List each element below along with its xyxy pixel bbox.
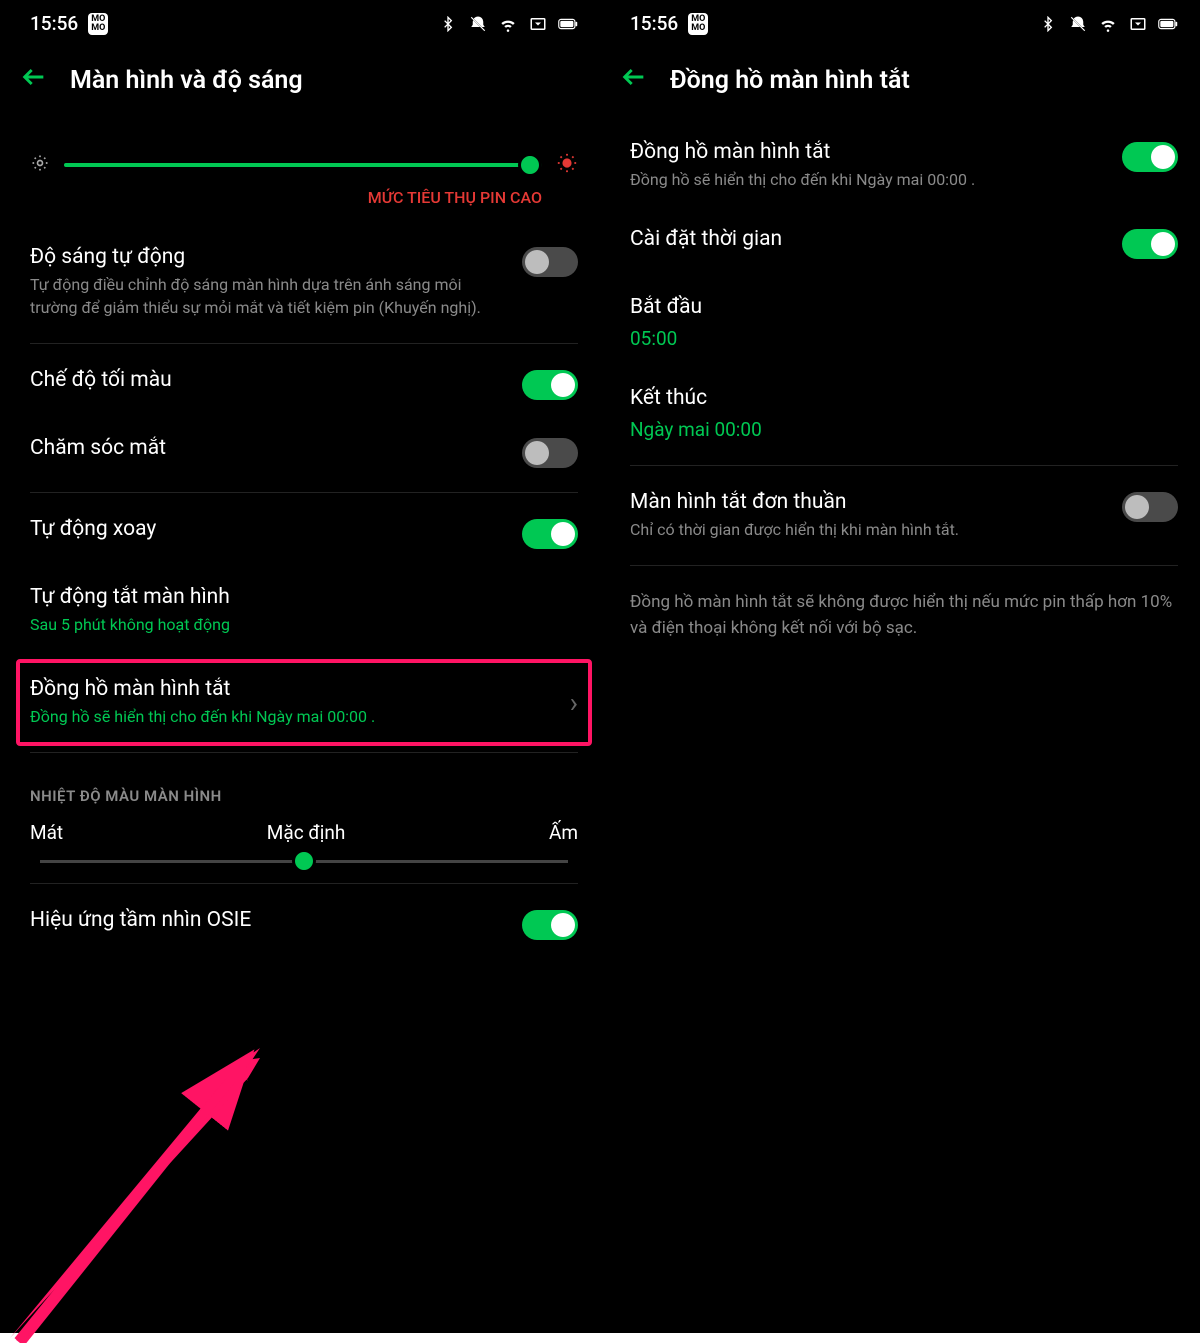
row-title: Tự động tắt màn hình bbox=[30, 585, 578, 609]
screen-display-settings: 15:56 MOMO Màn hình và độ sáng bbox=[0, 0, 600, 1333]
row-sub: Tự động điều chỉnh độ sáng màn hình dựa … bbox=[30, 273, 506, 319]
cast-icon bbox=[1128, 14, 1148, 34]
screen-aod-settings: 15:56 MOMO Đồng hồ màn hình tắt bbox=[600, 0, 1200, 1333]
start-label: Bắt đầu bbox=[630, 295, 702, 319]
status-time: 15:56 bbox=[630, 12, 678, 35]
row-sub: Đồng hồ sẽ hiển thị cho đến khi Ngày mai… bbox=[630, 168, 1106, 191]
osie-row[interactable]: Hiệu ứng tầm nhìn OSIE bbox=[30, 890, 578, 958]
aod-battery-note: Đồng hồ màn hình tắt sẽ không được hiển … bbox=[630, 572, 1178, 659]
auto-rotate-row[interactable]: Tự động xoay bbox=[30, 499, 578, 567]
row-title: Đồng hồ màn hình tắt bbox=[630, 140, 1106, 164]
auto-screen-off-row[interactable]: Tự động tắt màn hình Sau 5 phút không ho… bbox=[30, 567, 578, 654]
back-button[interactable] bbox=[620, 63, 648, 98]
time-setting-toggle[interactable] bbox=[1122, 229, 1178, 259]
auto-brightness-row[interactable]: Độ sáng tự động Tự động điều chỉnh độ sá… bbox=[30, 227, 578, 337]
app-badge-icon: MOMO bbox=[88, 13, 108, 35]
bluetooth-icon bbox=[1038, 14, 1058, 34]
status-bar: 15:56 MOMO bbox=[600, 0, 1200, 45]
row-sub: Đồng hồ sẽ hiển thị cho đến khi Ngày mai… bbox=[30, 705, 554, 728]
brightness-slider[interactable] bbox=[64, 163, 542, 167]
color-temp-header: NHIỆT ĐỘ MÀU MÀN HÌNH bbox=[30, 759, 578, 815]
end-value: Ngày mai 00:00 bbox=[630, 418, 762, 441]
header: Đồng hồ màn hình tắt bbox=[600, 45, 1200, 122]
brightness-slider-row bbox=[30, 122, 578, 184]
status-time: 15:56 bbox=[30, 12, 78, 35]
mute-icon bbox=[468, 14, 488, 34]
chevron-right-icon: › bbox=[570, 686, 578, 719]
wifi-icon bbox=[1098, 14, 1118, 34]
eye-care-toggle[interactable] bbox=[522, 438, 578, 468]
battery-icon bbox=[1158, 14, 1178, 34]
always-on-clock-row[interactable]: Đồng hồ màn hình tắt Đồng hồ sẽ hiển thị… bbox=[30, 677, 578, 728]
auto-brightness-toggle[interactable] bbox=[522, 247, 578, 277]
mute-icon bbox=[1068, 14, 1088, 34]
back-button[interactable] bbox=[20, 63, 48, 98]
divider bbox=[630, 565, 1178, 566]
end-label: Kết thúc bbox=[630, 386, 707, 410]
time-setting-row[interactable]: Cài đặt thời gian bbox=[630, 209, 1178, 277]
aod-enable-row[interactable]: Đồng hồ màn hình tắt Đồng hồ sẽ hiển thị… bbox=[630, 122, 1178, 209]
color-temp-slider[interactable] bbox=[40, 860, 568, 863]
start-value: 05:00 bbox=[630, 327, 677, 350]
row-title: Hiệu ứng tầm nhìn OSIE bbox=[30, 908, 251, 932]
divider bbox=[30, 343, 578, 344]
osie-toggle[interactable] bbox=[522, 910, 578, 940]
divider bbox=[30, 752, 578, 753]
cast-icon bbox=[528, 14, 548, 34]
temp-default-label: Mặc định bbox=[267, 821, 346, 844]
eye-care-row[interactable]: Chăm sóc mắt bbox=[30, 418, 578, 486]
bluetooth-icon bbox=[438, 14, 458, 34]
brightness-high-icon bbox=[556, 152, 578, 178]
temp-cool-label: Mát bbox=[30, 821, 63, 844]
row-title: Chăm sóc mắt bbox=[30, 436, 166, 460]
row-title: Màn hình tắt đơn thuần bbox=[630, 490, 1106, 514]
auto-rotate-toggle[interactable] bbox=[522, 519, 578, 549]
brightness-warning: MỨC TIÊU THỤ PIN CAO bbox=[30, 184, 578, 227]
divider bbox=[630, 465, 1178, 466]
dark-mode-toggle[interactable] bbox=[522, 370, 578, 400]
aod-enable-toggle[interactable] bbox=[1122, 142, 1178, 172]
status-bar: 15:56 MOMO bbox=[0, 0, 600, 45]
brightness-low-icon bbox=[30, 153, 50, 177]
wifi-icon bbox=[498, 14, 518, 34]
always-on-clock-row-highlight: Đồng hồ màn hình tắt Đồng hồ sẽ hiển thị… bbox=[16, 659, 592, 746]
dark-mode-row[interactable]: Chế độ tối màu bbox=[30, 350, 578, 418]
temp-warm-label: Ấm bbox=[549, 821, 578, 844]
page-title: Đồng hồ màn hình tắt bbox=[670, 66, 910, 95]
header: Màn hình và độ sáng bbox=[0, 45, 600, 122]
battery-icon bbox=[558, 14, 578, 34]
divider bbox=[30, 492, 578, 493]
simple-aod-row[interactable]: Màn hình tắt đơn thuần Chỉ có thời gian … bbox=[630, 472, 1178, 559]
app-badge-icon: MOMO bbox=[688, 13, 708, 35]
row-title: Tự động xoay bbox=[30, 517, 156, 541]
start-time-row[interactable]: Bắt đầu 05:00 bbox=[630, 277, 1178, 368]
row-title: Đồng hồ màn hình tắt bbox=[30, 677, 554, 701]
row-title: Cài đặt thời gian bbox=[630, 227, 782, 251]
end-time-row[interactable]: Kết thúc Ngày mai 00:00 bbox=[630, 368, 1178, 459]
simple-aod-toggle[interactable] bbox=[1122, 492, 1178, 522]
row-sub: Chỉ có thời gian được hiển thị khi màn h… bbox=[630, 518, 1106, 541]
row-title: Chế độ tối màu bbox=[30, 368, 172, 392]
row-sub: Sau 5 phút không hoạt động bbox=[30, 613, 578, 636]
divider bbox=[30, 883, 578, 884]
row-title: Độ sáng tự động bbox=[30, 245, 506, 269]
page-title: Màn hình và độ sáng bbox=[70, 66, 303, 95]
